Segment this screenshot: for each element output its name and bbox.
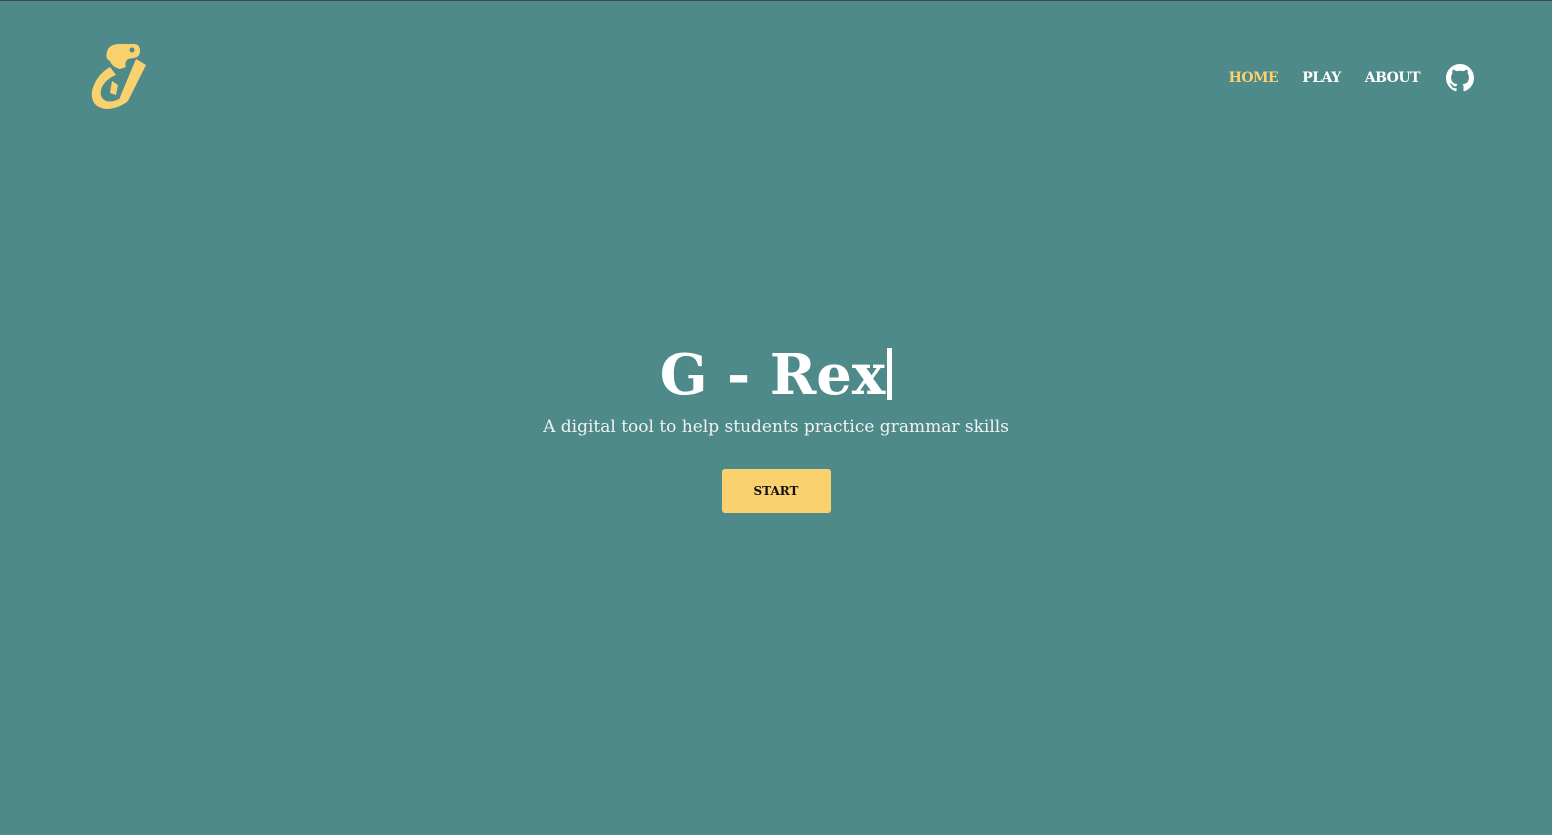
logo[interactable] [88, 41, 150, 113]
title-text: G - Rex [659, 342, 886, 408]
start-button[interactable]: START [721, 469, 831, 513]
hero: G - Rex A digital tool to help students … [0, 339, 1552, 513]
nav-about[interactable]: ABOUT [1365, 70, 1421, 86]
subtitle: A digital tool to help students practice… [543, 417, 1009, 437]
nav-play[interactable]: PLAY [1302, 70, 1341, 86]
typing-cursor [887, 348, 893, 400]
main-nav: HOME PLAY ABOUT [1229, 64, 1474, 92]
page-title: G - Rex [0, 339, 1552, 411]
github-icon[interactable] [1446, 64, 1474, 92]
nav-home[interactable]: HOME [1229, 70, 1279, 86]
trex-pencil-logo-icon [91, 43, 146, 109]
